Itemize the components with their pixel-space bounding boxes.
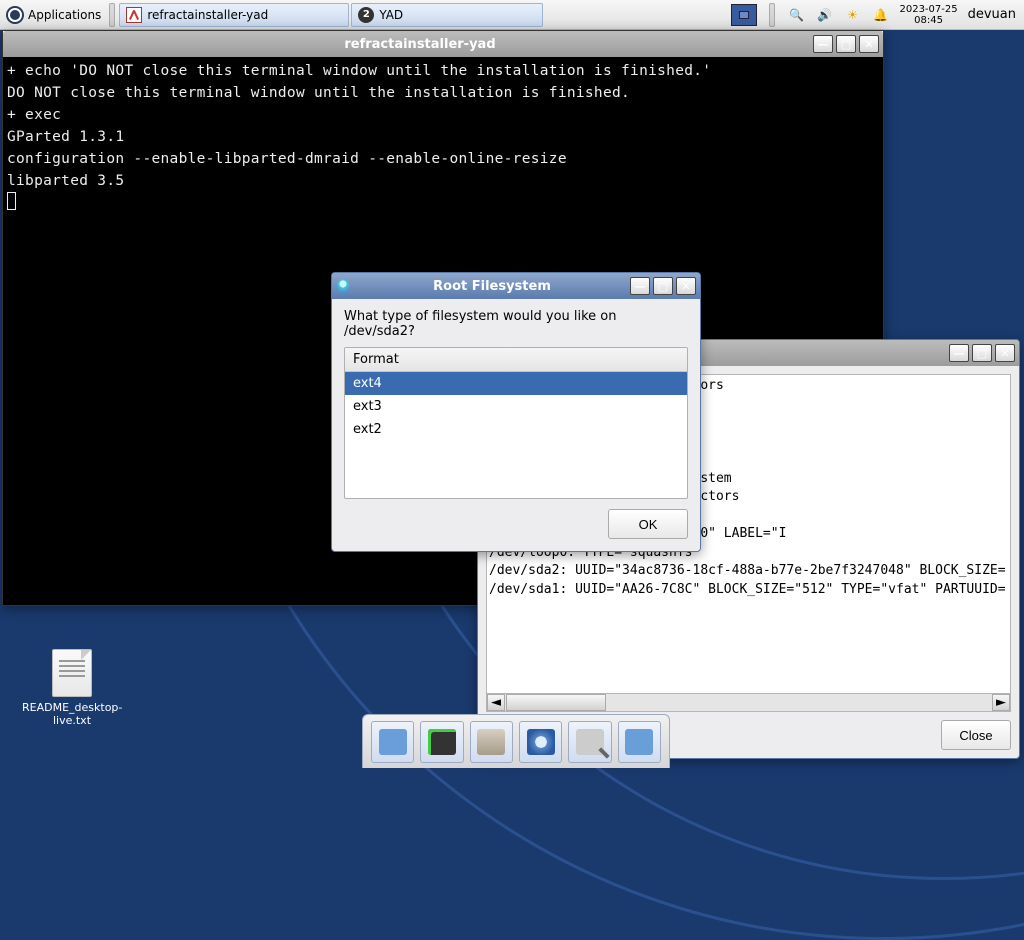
dock-home[interactable] [618,721,661,763]
dock-files[interactable] [371,721,414,763]
text-file-icon [52,649,92,697]
app-icon [7,36,23,52]
dock-search[interactable] [568,721,611,763]
scroll-thumb[interactable] [506,694,606,711]
clock-date: 2023-07-25 [899,4,957,15]
clock[interactable]: 2023-07-25 08:45 [899,4,957,26]
applications-label: Applications [28,8,101,22]
dock-terminal[interactable] [420,721,463,763]
ok-button[interactable]: OK [608,509,688,539]
close-button[interactable]: ✕ [859,35,879,53]
dialog-prompt: What type of filesystem would you like o… [344,309,688,339]
notification-tray-icon[interactable]: 🔔 [871,6,889,24]
terminal-icon [428,729,456,755]
titlebar[interactable]: Root Filesystem — □ ✕ [332,273,700,299]
window-title: refractainstaller-yad [27,37,813,52]
maximize-button[interactable]: □ [972,344,992,362]
scroll-left-button[interactable]: ◄ [487,694,505,711]
archive-icon [477,729,505,755]
cursor [7,192,16,210]
clock-time: 08:45 [899,15,957,26]
minimize-button[interactable]: — [949,344,969,362]
panel-separator [769,3,775,27]
close-button[interactable]: ✕ [995,344,1015,362]
filesystem-listbox[interactable]: Format ext4ext3ext2 [344,347,688,499]
dock-archive[interactable] [470,721,513,763]
scroll-track[interactable] [607,694,992,711]
workspace-switcher[interactable] [731,4,757,26]
search-icon [576,729,604,755]
list-header[interactable]: Format [345,348,687,372]
maximize-button[interactable]: □ [653,277,673,295]
applications-menu[interactable]: Applications [0,4,107,26]
browser-icon [527,729,555,755]
search-tray-icon[interactable]: 🔍 [787,6,805,24]
minimize-button[interactable]: — [630,277,650,295]
group-badge: 2 [358,7,374,23]
folder-icon [625,729,653,755]
scroll-right-button[interactable]: ► [992,694,1010,711]
list-item-ext3[interactable]: ext3 [345,395,687,418]
distro-logo-icon [6,6,24,24]
close-button[interactable]: Close [941,720,1011,750]
taskbar-label: refractainstaller-yad [147,8,268,22]
root-filesystem-dialog: Root Filesystem — □ ✕ What type of files… [331,272,701,552]
taskbar-label: YAD [379,8,403,22]
dock-browser[interactable] [519,721,562,763]
desktop-icon-label: README_desktop-live.txt [22,701,122,727]
app-icon [126,7,142,23]
dialog-icon [336,279,350,293]
maximize-button[interactable]: □ [836,35,856,53]
titlebar[interactable]: refractainstaller-yad — □ ✕ [3,31,883,57]
horizontal-scrollbar[interactable]: ◄ ► [486,694,1011,712]
sound-tray-icon[interactable]: 🔊 [815,6,833,24]
minimize-button[interactable]: — [813,35,833,53]
top-panel: Applications refractainstaller-yad 2 YAD… [0,0,1024,30]
list-item-ext2[interactable]: ext2 [345,418,687,441]
taskbar-item-yad[interactable]: 2 YAD [351,3,543,27]
desktop-icon-readme[interactable]: README_desktop-live.txt [22,649,122,727]
user-menu[interactable]: devuan [968,7,1016,22]
panel-separator [109,3,115,27]
weather-tray-icon[interactable]: ☀ [843,6,861,24]
taskbar-item-terminal[interactable]: refractainstaller-yad [119,3,349,27]
window-title: Root Filesystem [354,279,630,294]
close-button[interactable]: ✕ [676,277,696,295]
list-item-ext4[interactable]: ext4 [345,372,687,395]
dock [362,714,670,768]
files-icon [379,729,407,755]
